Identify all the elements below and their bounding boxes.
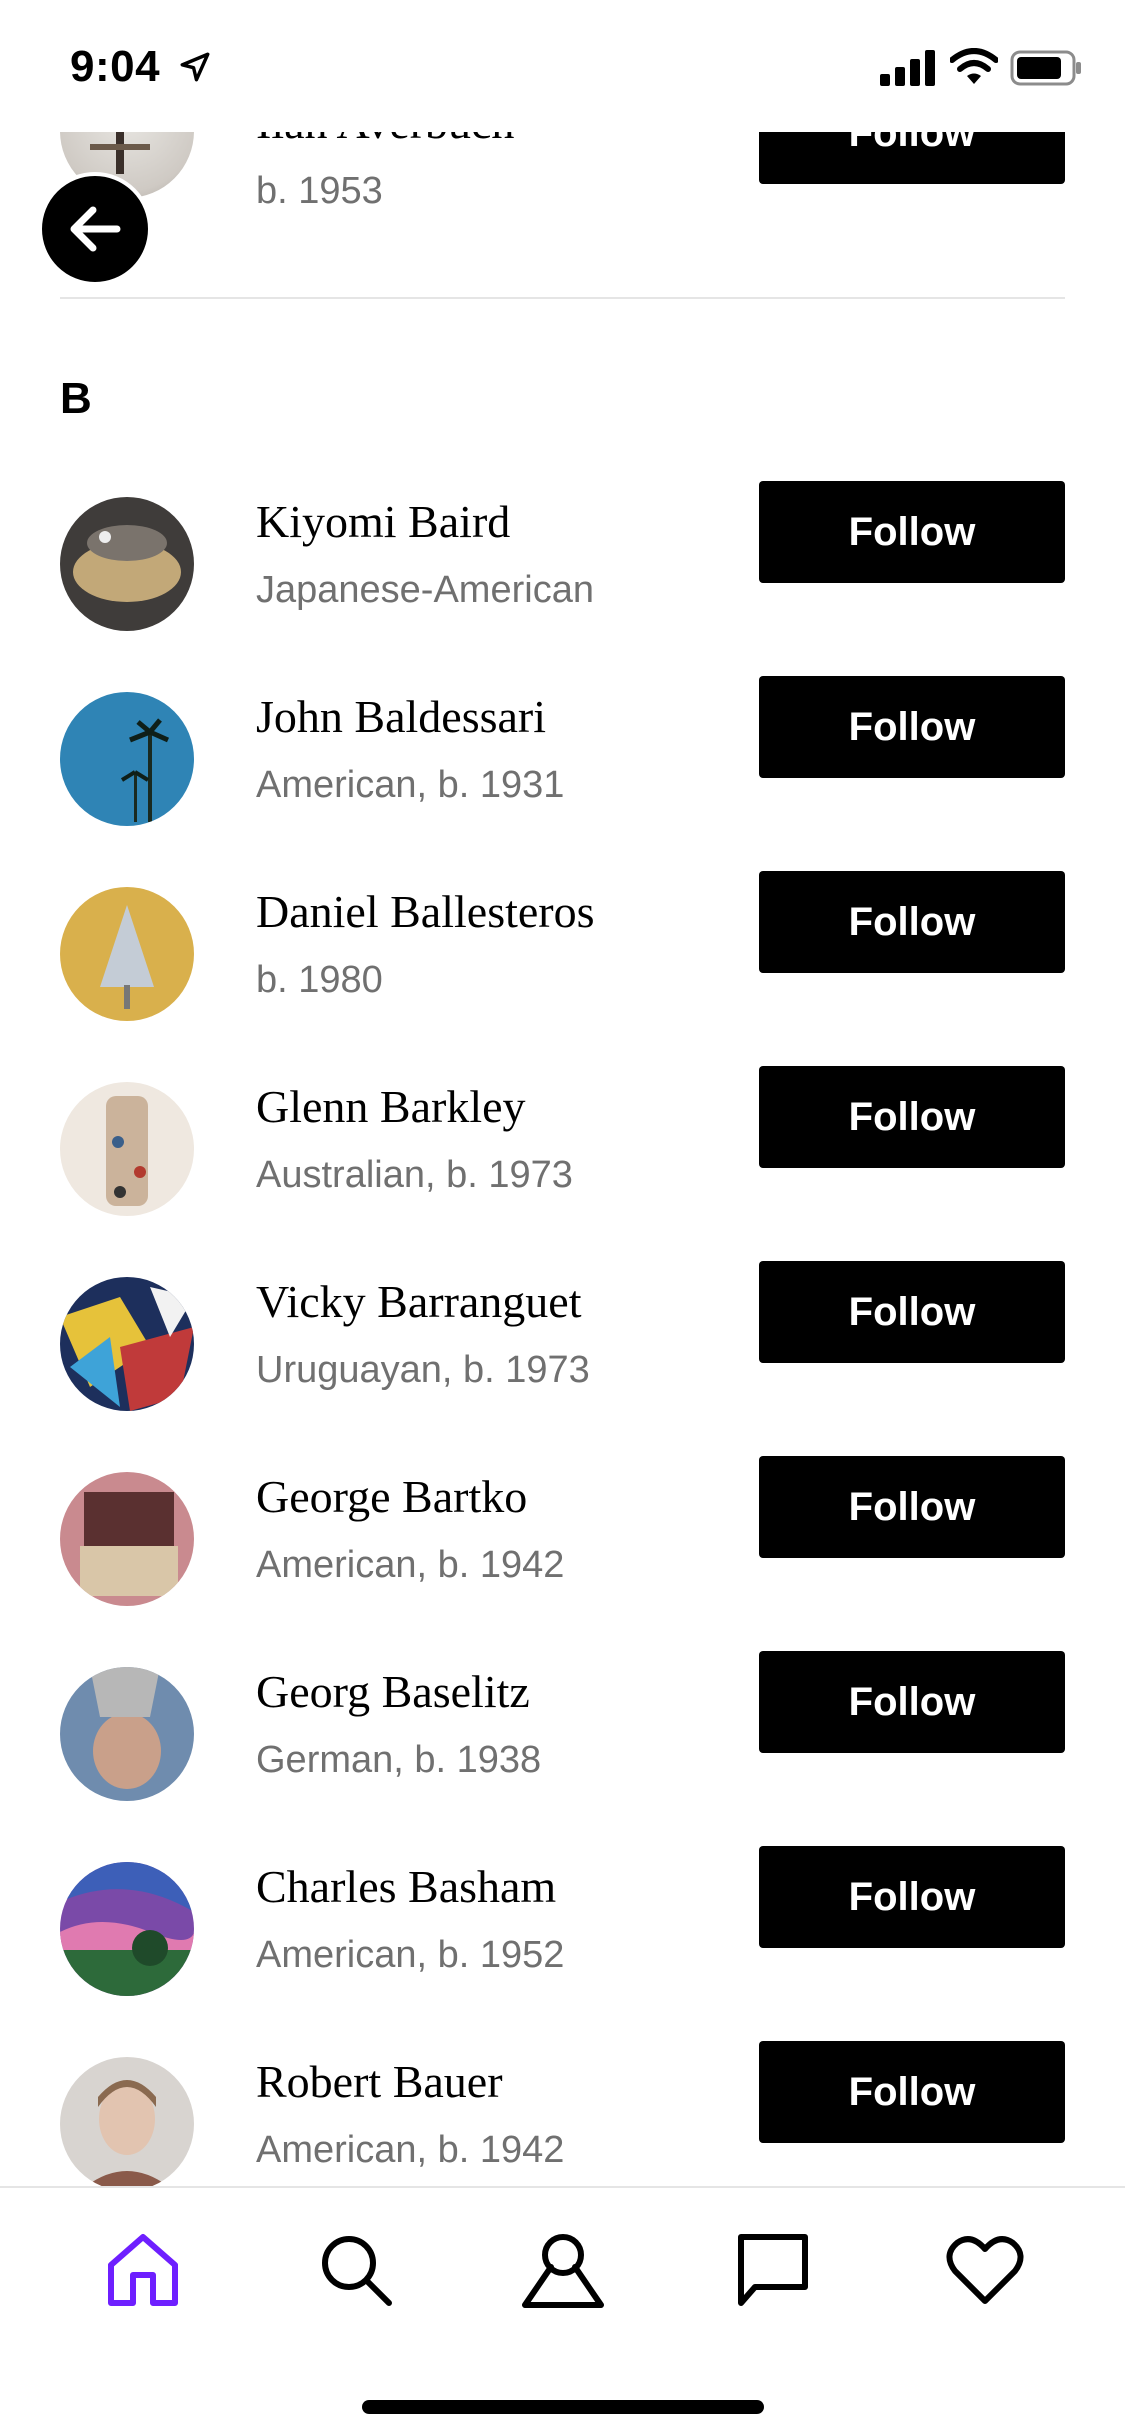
avatar [60, 1277, 194, 1411]
follow-button[interactable]: Follow [759, 1261, 1065, 1363]
artwork-thumbnail [60, 497, 194, 631]
artist-meta: American, b. 1942 [256, 1544, 565, 1586]
list-item[interactable]: Vicky Barranguet Uruguayan, b. 1973 Foll… [0, 1261, 1125, 1473]
artist-meta: b. 1953 [256, 170, 383, 212]
follow-button[interactable]: Follow [759, 132, 1065, 184]
list-item[interactable]: Charles Basham American, b. 1952 Follow [0, 1846, 1125, 2058]
follow-button[interactable]: Follow [759, 1066, 1065, 1168]
artist-meta: Japanese-American [256, 569, 594, 611]
artist-name: Georg Baselitz [256, 1666, 530, 1717]
status-time: 9:04 [70, 42, 161, 91]
back-button[interactable] [38, 172, 152, 286]
avatar [60, 497, 194, 631]
avatar [60, 1862, 194, 1996]
artist-meta: American, b. 1942 [256, 2129, 565, 2171]
artist-name: Ilan Averbuch [256, 132, 514, 149]
inbox-icon [738, 2234, 808, 2306]
follow-button[interactable]: Follow [759, 1846, 1065, 1948]
divider [60, 297, 1065, 299]
tab-inbox[interactable] [728, 2224, 818, 2314]
home-indicator [362, 2400, 764, 2414]
artist-name: Kiyomi Baird [256, 496, 511, 547]
list-item[interactable]: Daniel Ballesteros b. 1980 Follow [0, 871, 1125, 1083]
artist-name: Robert Bauer [256, 2056, 503, 2107]
artist-name: Vicky Barranguet [256, 1276, 582, 1327]
tab-bar [0, 2186, 1125, 2436]
artwork-thumbnail [60, 692, 194, 826]
follow-button[interactable]: Follow [759, 871, 1065, 973]
arrow-left-icon [70, 206, 121, 252]
artwork-thumbnail [60, 2057, 194, 2186]
artwork-thumbnail [60, 1277, 194, 1411]
avatar [60, 887, 194, 1021]
battery-icon [1010, 50, 1081, 86]
tab-home[interactable] [98, 2224, 188, 2314]
search-icon [322, 2236, 392, 2306]
tab-favorites[interactable] [940, 2224, 1030, 2314]
artist-name: Glenn Barkley [256, 1081, 526, 1132]
list-item[interactable]: Ilan Averbuch b. 1953 Follow [0, 132, 1125, 260]
artist-meta: b. 1980 [256, 959, 383, 1001]
cellular-signal-icon [880, 50, 935, 86]
home-icon [108, 2234, 178, 2306]
artwork-thumbnail [60, 1862, 194, 1996]
follow-button[interactable]: Follow [759, 676, 1065, 778]
avatar [60, 1472, 194, 1606]
follow-button[interactable]: Follow [759, 2041, 1065, 2143]
section-header: B [60, 374, 92, 423]
artwork-thumbnail [60, 1667, 194, 1801]
list-item[interactable]: Glenn Barkley Australian, b. 1973 Follow [0, 1066, 1125, 1278]
favorites-icon [946, 2236, 1024, 2304]
artist-meta: American, b. 1952 [256, 1934, 565, 1976]
avatar [60, 1082, 194, 1216]
list-item[interactable]: Kiyomi Baird Japanese-American Follow [0, 481, 1125, 693]
artwork-thumbnail [60, 887, 194, 1021]
follow-button[interactable]: Follow [759, 1651, 1065, 1753]
artist-name: George Bartko [256, 1471, 528, 1522]
artist-meta: German, b. 1938 [256, 1739, 542, 1781]
list-item[interactable]: Georg Baselitz German, b. 1938 Follow [0, 1651, 1125, 1863]
artist-meta: American, b. 1931 [256, 764, 565, 806]
tab-search[interactable] [310, 2224, 400, 2314]
follow-button[interactable]: Follow [759, 1456, 1065, 1558]
artist-meta: Australian, b. 1973 [256, 1154, 573, 1196]
artist-name: John Baldessari [256, 691, 547, 742]
avatar [60, 2057, 194, 2186]
wifi-icon [950, 48, 998, 84]
avatar [60, 1667, 194, 1801]
artwork-thumbnail [60, 1472, 194, 1606]
artist-meta: Uruguayan, b. 1973 [256, 1349, 590, 1391]
status-bar: 9:04 [0, 0, 1125, 132]
list-item[interactable]: Robert Bauer American, b. 1942 Follow [0, 2041, 1125, 2186]
list-item[interactable]: John Baldessari American, b. 1931 Follow [0, 676, 1125, 888]
follow-button[interactable]: Follow [759, 481, 1065, 583]
artwork-thumbnail [60, 1082, 194, 1216]
tab-profile[interactable] [518, 2224, 608, 2314]
list-item[interactable]: George Bartko American, b. 1942 Follow [0, 1456, 1125, 1668]
artist-name: Charles Basham [256, 1861, 557, 1912]
avatar [60, 692, 194, 826]
artist-list[interactable]: Ilan Averbuch b. 1953 Follow B Kiyomi Ba… [0, 132, 1125, 2186]
location-arrow-icon [180, 52, 210, 82]
profile-icon [522, 2234, 604, 2308]
artist-name: Daniel Ballesteros [256, 886, 595, 937]
